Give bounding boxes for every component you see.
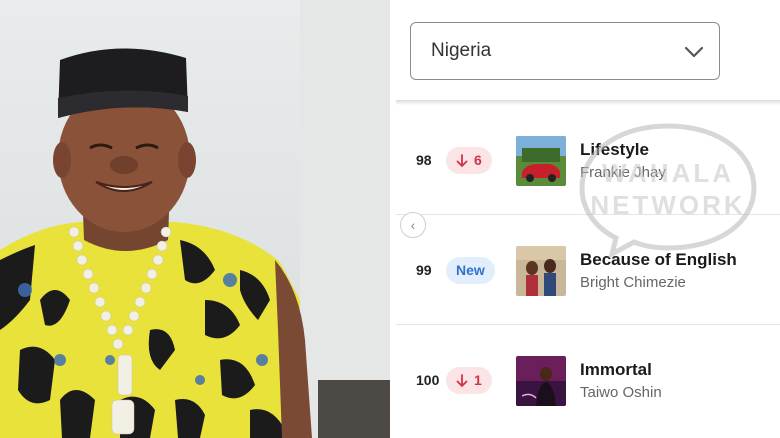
rank-change-value: New <box>456 262 485 278</box>
album-art <box>516 136 566 186</box>
song-artist: Bright Chimezie <box>580 274 686 291</box>
photo-panel <box>0 0 390 438</box>
arrow-down-icon <box>456 153 468 167</box>
rank-change-badge: 6 <box>446 147 492 174</box>
song-artist: Taiwo Oshin <box>580 384 662 401</box>
man-portrait-image <box>0 0 390 438</box>
album-art <box>516 246 566 296</box>
chart-rank: 98 <box>416 152 432 168</box>
album-art <box>516 356 566 406</box>
chart-rank: 100 <box>416 372 440 388</box>
rank-change-badge: 1 <box>446 367 492 394</box>
previous-button[interactable]: ‹ <box>400 212 426 238</box>
watermark-line-1: WAHALA <box>602 158 734 188</box>
rank-change-value: 1 <box>474 372 482 388</box>
country-select-value: Nigeria <box>431 40 492 61</box>
chevron-down-icon <box>684 46 704 58</box>
rank-change-value: 6 <box>474 152 482 168</box>
chart-row[interactable]: 100 1 Immortal Taiwo Oshin <box>396 326 780 434</box>
chevron-left-icon: ‹ <box>410 217 416 233</box>
song-title: Immortal <box>580 360 652 379</box>
watermark-line-2: NETWORK <box>590 190 745 220</box>
chart-panel: Nigeria 98 6 Lifestyle Frankie Jhay 99 N… <box>396 0 780 438</box>
watermark-logo: WAHALA NETWORK <box>579 123 757 258</box>
header-divider <box>396 100 780 105</box>
arrow-down-icon <box>456 373 468 387</box>
new-entry-badge: New <box>446 257 495 284</box>
chart-rank: 99 <box>416 262 432 278</box>
country-select[interactable]: Nigeria <box>410 22 720 80</box>
